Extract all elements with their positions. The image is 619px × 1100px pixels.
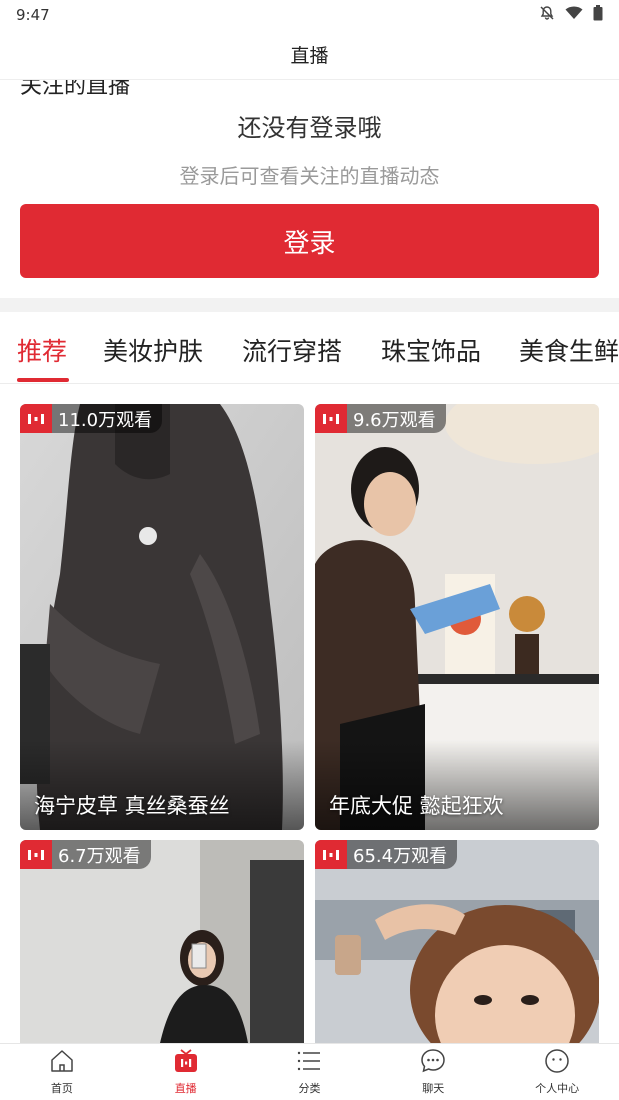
category-list-icon — [296, 1048, 322, 1078]
viewer-count-badge: 65.4万观看 — [315, 840, 458, 869]
live-bars-icon — [20, 404, 52, 433]
profile-face-icon — [544, 1048, 570, 1078]
live-card[interactable]: 65.4万观看 — [315, 840, 599, 1043]
viewer-count-badge: 9.6万观看 — [315, 404, 446, 433]
login-prompt-subtitle: 登录后可查看关注的直播动态 — [179, 164, 440, 188]
login-prompt-section: 关注的直播 还没有登录哦 登录后可查看关注的直播动态 登录 — [0, 80, 619, 298]
nav-label: 分类 — [298, 1082, 321, 1095]
live-card[interactable]: 6.7万观看 — [20, 840, 304, 1043]
live-cover-image — [20, 840, 304, 1043]
nav-item-category[interactable]: 分类 — [248, 1044, 372, 1100]
battery-icon — [593, 5, 603, 25]
home-icon — [49, 1048, 75, 1078]
status-icons — [539, 5, 603, 25]
live-card[interactable]: 9.6万观看 年底大促 懿起狂欢 — [315, 404, 599, 830]
live-bars-icon — [315, 404, 347, 433]
viewer-count: 11.0万观看 — [58, 409, 153, 431]
chat-bubble-icon — [420, 1048, 446, 1078]
tab-beauty-skincare[interactable]: 美妆护肤 — [103, 332, 203, 368]
nav-item-home[interactable]: 首页 — [0, 1044, 124, 1100]
live-title: 海宁皮草 真丝桑蚕丝 — [34, 794, 230, 818]
status-bar: 9:47 — [0, 0, 619, 30]
page-header: 直播 — [0, 30, 619, 80]
nav-item-live[interactable]: 直播 — [124, 1044, 248, 1100]
tab-recommended[interactable]: 推荐 — [17, 332, 67, 368]
section-divider — [0, 298, 619, 312]
live-bars-icon — [20, 840, 52, 869]
viewer-count-badge: 11.0万观看 — [20, 404, 163, 433]
nav-item-profile[interactable]: 个人中心 — [495, 1044, 619, 1100]
category-tabs: 推荐 美妆护肤 流行穿搭 珠宝饰品 美食生鲜 — [0, 312, 619, 384]
nav-item-chat[interactable]: 聊天 — [371, 1044, 495, 1100]
active-tab-indicator — [17, 378, 69, 382]
tab-fashion[interactable]: 流行穿搭 — [242, 332, 342, 368]
live-bars-icon — [315, 840, 347, 869]
tab-fresh-food[interactable]: 美食生鲜 — [519, 332, 619, 368]
mute-bell-icon — [539, 5, 555, 25]
live-card[interactable]: 11.0万观看 海宁皮草 真丝桑蚕丝 — [20, 404, 304, 830]
nav-label: 聊天 — [422, 1082, 445, 1095]
live-cover-image — [315, 840, 599, 1043]
login-prompt-title: 还没有登录哦 — [237, 114, 382, 142]
viewer-count: 9.6万观看 — [353, 409, 436, 431]
live-tv-icon — [173, 1048, 199, 1078]
login-button[interactable]: 登录 — [20, 204, 599, 278]
nav-label: 个人中心 — [535, 1082, 580, 1095]
page-title: 直播 — [290, 45, 329, 67]
nav-label: 直播 — [174, 1082, 197, 1095]
followed-live-heading: 关注的直播 — [20, 80, 131, 99]
nav-label: 首页 — [50, 1082, 73, 1095]
viewer-count: 65.4万观看 — [353, 845, 448, 867]
tab-jewelry[interactable]: 珠宝饰品 — [381, 332, 481, 368]
bottom-nav: 首页 直播 分类 聊天 个人中心 — [0, 1043, 619, 1100]
status-time: 9:47 — [16, 6, 50, 24]
wifi-icon — [565, 6, 583, 24]
live-title: 年底大促 懿起狂欢 — [329, 794, 504, 818]
viewer-count-badge: 6.7万观看 — [20, 840, 151, 869]
viewer-count: 6.7万观看 — [58, 845, 141, 867]
